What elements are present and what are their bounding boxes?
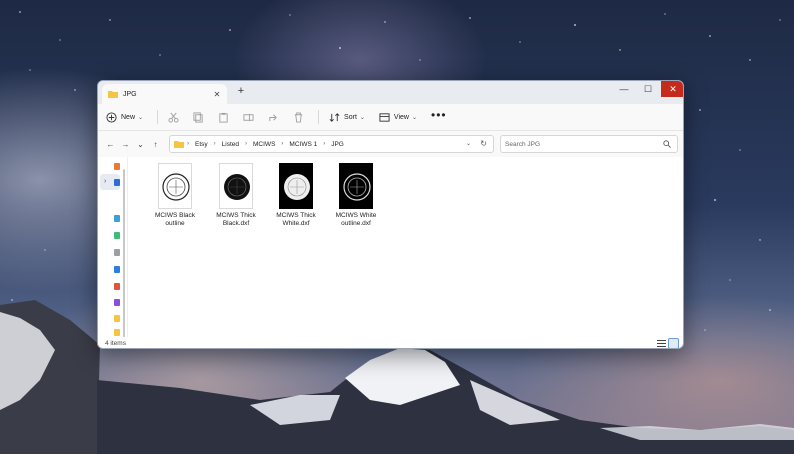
rename-icon[interactable] xyxy=(243,112,254,123)
back-button[interactable]: ← xyxy=(103,140,118,149)
close-button[interactable]: ✕ xyxy=(661,81,683,97)
file-item[interactable]: MCIWS Thick White.dxf xyxy=(266,163,326,228)
search-icon xyxy=(663,140,671,148)
refresh-icon[interactable]: ↻ xyxy=(480,139,487,148)
onedrive-icon[interactable] xyxy=(114,179,120,186)
address-bar[interactable]: › Etsy › Listed › MCIWS › MCIWS 1 › JPG … xyxy=(169,135,494,153)
minimize-button[interactable]: — xyxy=(612,81,636,97)
videos-icon[interactable] xyxy=(114,299,120,306)
tab-jpg[interactable]: JPG ✕ xyxy=(102,84,227,104)
delete-icon[interactable] xyxy=(293,111,304,123)
chevron-down-icon: ⌄ xyxy=(359,114,365,121)
downloads-icon[interactable] xyxy=(114,232,120,239)
breadcrumb-separator: › xyxy=(323,141,326,147)
recent-locations-button[interactable]: ⌄ xyxy=(133,140,148,149)
nav-scrollbar[interactable] xyxy=(123,169,125,339)
status-bar: 4 items xyxy=(98,337,683,348)
breadcrumb-listed[interactable]: Listed xyxy=(222,141,239,148)
file-name: MCIWS Thick White.dxf xyxy=(276,212,316,227)
details-view-icon[interactable] xyxy=(657,339,666,348)
breadcrumb-etsy[interactable]: Etsy xyxy=(195,141,208,148)
file-thumbnail xyxy=(279,163,313,209)
music-icon[interactable] xyxy=(114,283,120,290)
chevron-down-icon: ⌄ xyxy=(138,114,144,121)
breadcrumb-separator: › xyxy=(245,141,248,147)
more-options-icon[interactable]: ••• xyxy=(431,108,447,122)
tab-title: JPG xyxy=(123,90,137,98)
file-thumbnail xyxy=(219,163,253,209)
view-button[interactable]: View ⌄ xyxy=(379,112,417,123)
view-label: View xyxy=(393,113,409,121)
sort-label: Sort xyxy=(344,113,357,121)
folder-icon[interactable] xyxy=(114,329,120,336)
breadcrumb-mciws-1[interactable]: MCIWS 1 xyxy=(289,141,317,148)
desktop-icon[interactable] xyxy=(114,215,120,222)
large-icons-view-icon[interactable] xyxy=(668,338,679,348)
search-input[interactable]: Search JPG xyxy=(500,135,678,153)
forward-button[interactable]: → xyxy=(118,140,133,149)
breadcrumb-jpg[interactable]: JPG xyxy=(331,141,344,148)
new-button[interactable]: New ⌄ xyxy=(106,111,144,123)
file-thumbnail xyxy=(339,163,373,209)
cut-icon[interactable] xyxy=(168,112,179,123)
file-name: MCIWS Black outline xyxy=(154,212,196,227)
home-icon[interactable] xyxy=(114,163,120,170)
file-explorer-window: JPG ✕ + — ☐ ✕ New ⌄ Sort ⌄ View ⌄ ••• ← … xyxy=(97,80,684,349)
search-placeholder: Search JPG xyxy=(505,140,541,148)
breadcrumb-separator: › xyxy=(187,141,189,147)
command-bar: New ⌄ Sort ⌄ View ⌄ ••• xyxy=(98,104,683,131)
toolbar-divider xyxy=(318,110,320,124)
folder-icon xyxy=(174,141,184,148)
chevron-down-icon: ⌄ xyxy=(411,114,417,121)
toolbar-divider xyxy=(157,110,159,124)
breadcrumb-separator: › xyxy=(281,141,284,147)
copy-icon[interactable] xyxy=(193,111,204,123)
maximize-button[interactable]: ☐ xyxy=(636,81,660,97)
up-button[interactable]: ↑ xyxy=(148,140,163,149)
view-icon xyxy=(379,112,390,122)
sort-icon xyxy=(329,112,340,122)
new-label: New xyxy=(121,113,136,121)
folder-icon xyxy=(108,91,118,98)
pictures-icon[interactable] xyxy=(114,266,120,273)
paste-icon[interactable] xyxy=(218,112,229,123)
folder-icon[interactable] xyxy=(114,315,120,322)
tab-close-icon[interactable]: ✕ xyxy=(211,90,223,99)
address-dropdown-icon[interactable]: ⌄ xyxy=(466,140,471,147)
documents-icon[interactable] xyxy=(114,249,120,256)
plus-circle-icon xyxy=(106,111,117,123)
share-icon[interactable] xyxy=(268,112,279,123)
breadcrumb-separator: › xyxy=(213,141,216,147)
file-name: MCIWS White outline.dxf xyxy=(335,212,377,227)
file-item[interactable]: MCIWS Thick Black.dxf xyxy=(206,163,266,228)
file-name: MCIWS Thick Black.dxf xyxy=(216,212,256,227)
item-count: 4 items xyxy=(105,340,126,347)
file-item[interactable]: MCIWS White outline.dxf xyxy=(326,163,386,228)
file-list: MCIWS Black outline MCIWS Thick Black.dxf … xyxy=(132,157,682,337)
file-thumbnail xyxy=(158,163,192,209)
navigation-row: ← → ⌄ ↑ › Etsy › Listed › MCIWS › MCIWS … xyxy=(98,131,683,157)
new-tab-button[interactable]: + xyxy=(235,85,247,97)
title-bar: JPG ✕ + — ☐ ✕ xyxy=(98,81,683,104)
file-item[interactable]: MCIWS Black outline xyxy=(145,163,205,228)
breadcrumb-mciws[interactable]: MCIWS xyxy=(253,141,275,148)
navigation-pane: › xyxy=(98,157,128,339)
sort-button[interactable]: Sort ⌄ xyxy=(329,112,365,123)
